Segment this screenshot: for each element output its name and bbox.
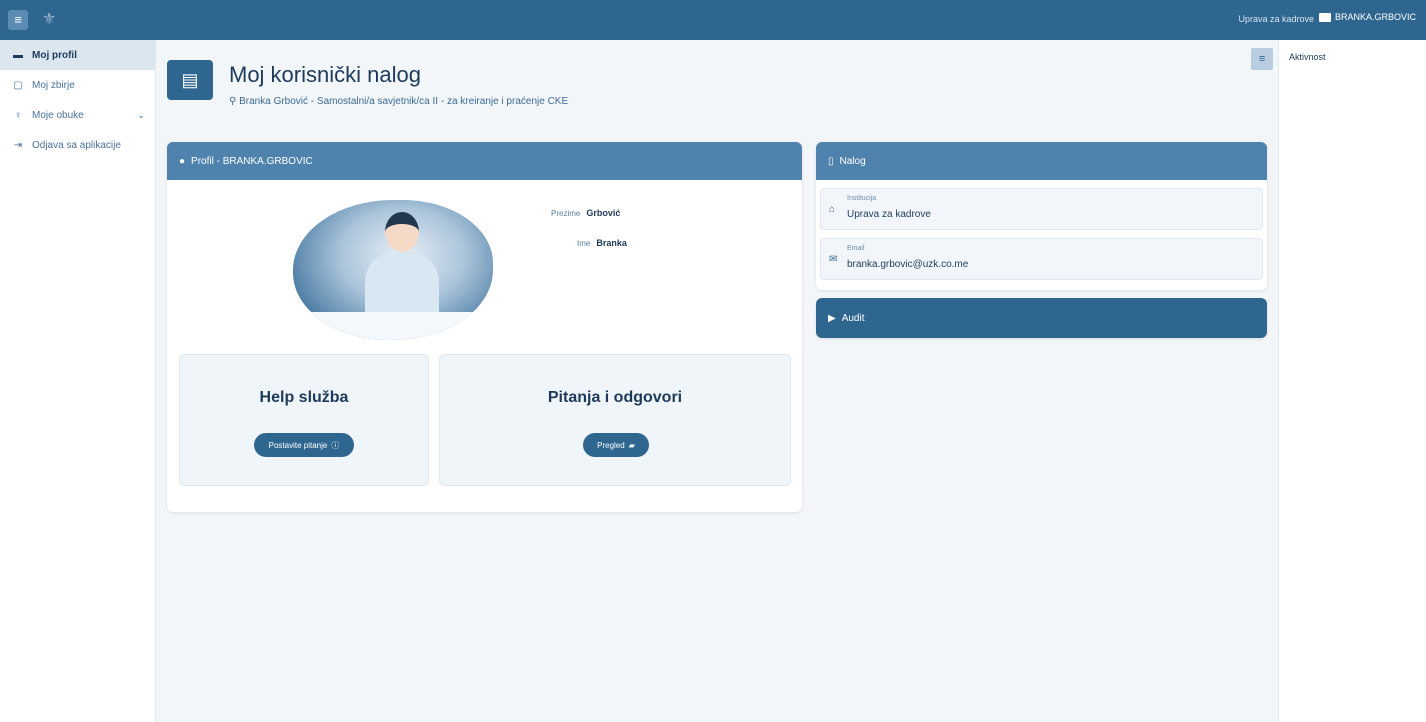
- bulb-icon: ♀: [14, 109, 22, 121]
- logout-icon: ⇥: [13, 139, 23, 151]
- help-desk-title: Help služba: [259, 389, 349, 406]
- id-card-icon: [1318, 12, 1331, 22]
- id-card-icon: ▤: [167, 60, 213, 100]
- profile-photo: [293, 200, 493, 340]
- surname-value: Grbović: [586, 208, 621, 218]
- page-title: Moj korisnički nalog: [229, 62, 421, 87]
- question-icon: ⓘ: [331, 440, 340, 450]
- chat-icon: ▰: [628, 440, 635, 450]
- chevron-down-icon: ⌄: [137, 109, 145, 120]
- main-content: ▤ Moj korisnički nalog ⚲ Branka Grbović …: [157, 40, 1277, 722]
- faq-card: Pitanja i odgovori Pregled ▰: [439, 354, 791, 486]
- sidebar-item-trainings[interactable]: ♀ Moje obuke ⌄: [0, 100, 155, 130]
- play-icon: ▶: [828, 312, 836, 324]
- faq-title: Pitanja i odgovori: [547, 389, 683, 406]
- account-card-header: ▯ Nalog: [816, 142, 1267, 180]
- hamburger-icon[interactable]: ≡: [8, 10, 28, 30]
- activity-label: Aktivnost: [1289, 52, 1326, 62]
- surname-field: Prezime Grbović: [551, 208, 620, 218]
- activity-panel: ≡ Aktivnost: [1251, 40, 1426, 722]
- audit-card-header[interactable]: ▶ Audit: [816, 298, 1267, 338]
- email-value: branka.grbovic@uzk.co.me: [847, 259, 969, 270]
- sidebar-item-label: Moje obuke: [32, 109, 84, 121]
- panel-toggle-icon[interactable]: ≡: [1251, 48, 1273, 70]
- institution-row: ⌂ Institucija Uprava za kadrove: [820, 188, 1263, 230]
- account-heading: Nalog: [839, 155, 866, 167]
- building-icon: ⌂: [829, 204, 836, 215]
- sidebar-item-label: Moj zbirje: [32, 79, 75, 91]
- ask-question-label: Postavite pitanje: [268, 440, 328, 450]
- id-badge-icon: ▯: [828, 155, 834, 167]
- surname-label: Prezime: [551, 209, 581, 218]
- audit-card[interactable]: ▶ Audit: [816, 298, 1267, 338]
- user-icon: ⚲: [229, 96, 240, 107]
- org-label[interactable]: Uprava za kadrove: [1238, 14, 1314, 24]
- name-value: Branka: [596, 238, 627, 248]
- page-subtitle: ⚲ Branka Grbović - Samostalni/a savjetni…: [229, 96, 568, 107]
- profile-card-header: ● Profil - BRANKA.GRBOVIC: [167, 142, 802, 180]
- audit-heading: Audit: [841, 312, 865, 324]
- ask-question-button[interactable]: Postavite pitanje ⓘ: [254, 433, 354, 457]
- user-position: Branka Grbović - Samostalni/a savjetnik/…: [239, 96, 569, 107]
- sidebar-item-logout[interactable]: ⇥ Odjava sa aplikacije: [0, 130, 155, 160]
- account-card: ▯ Nalog ⌂ Institucija Uprava za kadrove …: [816, 142, 1267, 290]
- faq-view-label: Pregled: [597, 440, 625, 450]
- sidebar-item-collection[interactable]: ▢ Moj zbirje: [0, 70, 155, 100]
- sidebar: ▬ Moj profil ▢ Moj zbirje ♀ Moje obuke ⌄…: [0, 40, 156, 722]
- top-bar: ≡ ⚜ Uprava za kadrove BRANKA.GRBOVIC: [0, 0, 1426, 40]
- sidebar-item-profile[interactable]: ▬ Moj profil: [0, 40, 155, 70]
- id-card-icon: ▬: [13, 49, 23, 61]
- help-desk-card: Help služba Postavite pitanje ⓘ: [179, 354, 429, 486]
- profile-heading: Profil - BRANKA.GRBOVIC: [191, 155, 313, 167]
- name-field: Ime Branka: [577, 238, 627, 248]
- user-menu[interactable]: BRANKA.GRBOVIC: [1318, 12, 1416, 22]
- profile-card: ● Profil - BRANKA.GRBOVIC Prezime Grbović…: [167, 142, 802, 512]
- info-icon: ●: [179, 155, 186, 167]
- page-header: ▤ Moj korisnički nalog ⚲ Branka Grbović …: [157, 46, 1277, 122]
- email-label: Email: [847, 245, 865, 252]
- institution-value: Uprava za kadrove: [847, 209, 931, 220]
- institution-label: Institucija: [847, 195, 877, 202]
- faq-view-button[interactable]: Pregled ▰: [583, 433, 649, 457]
- logo: ⚜: [42, 11, 57, 28]
- envelope-icon: ✉: [829, 254, 838, 265]
- user-label: BRANKA.GRBOVIC: [1334, 12, 1416, 22]
- sidebar-item-label: Moj profil: [32, 49, 77, 61]
- email-row: ✉ Email branka.grbovic@uzk.co.me: [820, 238, 1263, 280]
- sidebar-item-label: Odjava sa aplikacije: [32, 139, 121, 151]
- clipboard-icon: ▢: [13, 79, 23, 91]
- name-label: Ime: [577, 239, 591, 248]
